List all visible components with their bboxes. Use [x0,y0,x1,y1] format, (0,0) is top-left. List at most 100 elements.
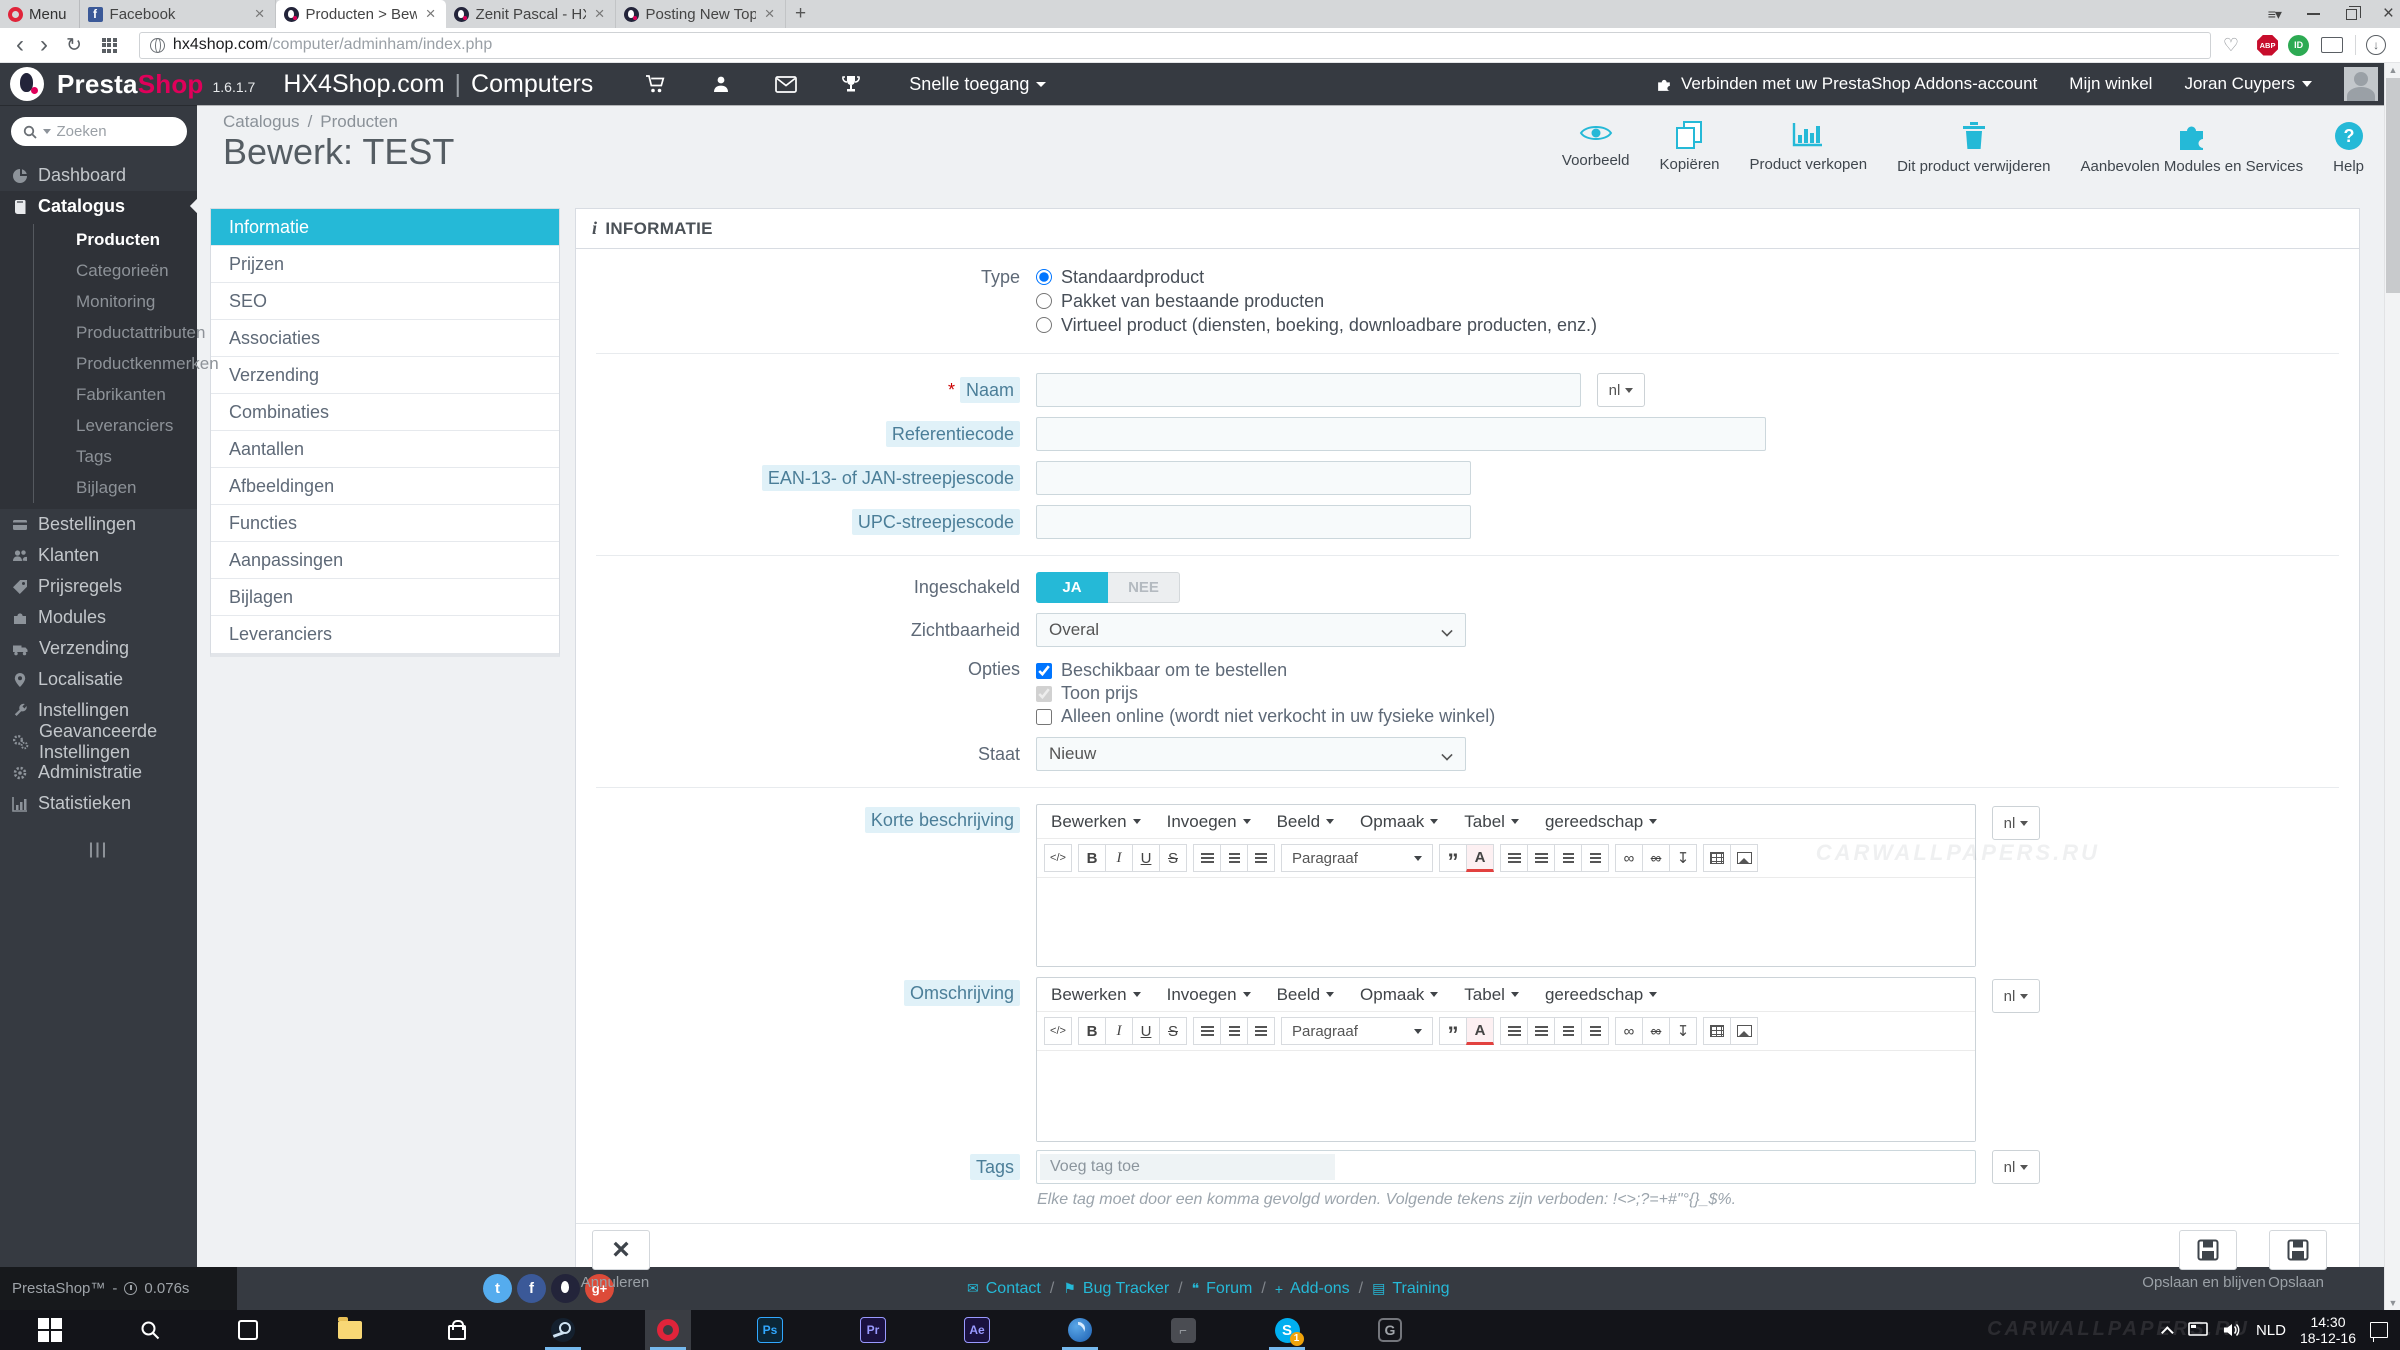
blockquote-button[interactable]: ” [1439,1017,1467,1046]
menu-tabel[interactable]: Tabel [1464,812,1519,832]
scroll-up-arrow[interactable]: ▲ [2385,65,2400,75]
my-shop-link[interactable]: Mijn winkel [2069,74,2152,94]
adblock-extension-icon[interactable]: ABP [2257,34,2279,56]
grey-app-button[interactable]: ⌐ [1160,1310,1206,1350]
tab-aantallen[interactable]: Aantallen [211,431,559,468]
menu-invoegen[interactable]: Invoegen [1167,812,1251,832]
naam-language-dropdown[interactable]: nl [1597,373,1645,407]
tab-close-icon[interactable]: × [593,4,607,24]
media-app-button[interactable] [1057,1310,1103,1350]
speed-dial-icon[interactable] [101,37,117,53]
sidebar-item-verzending[interactable]: Verzending [0,633,197,664]
skype-button[interactable]: S1 [1264,1310,1310,1350]
link-button[interactable]: ∞ [1615,844,1643,872]
cart-icon[interactable] [645,74,667,94]
aftereffects-button[interactable]: Ae [954,1310,1000,1350]
strikethrough-button[interactable]: S [1159,1017,1187,1045]
align-center-button[interactable] [1220,1017,1248,1045]
facebook-icon[interactable]: f [517,1274,546,1303]
zichtbaarheid-select[interactable]: Overal [1036,613,1466,647]
sidebar-item-leveranciers[interactable]: Leveranciers [33,410,197,441]
source-code-button[interactable]: </> [1044,844,1072,872]
opera-menu-button[interactable]: Menu [0,0,80,28]
messages-icon[interactable] [775,75,798,93]
browser-tab-zenit[interactable]: Zenit Pascal - HX4Shop.co × [446,0,616,28]
duplicate-button[interactable]: Kopiëren [1659,121,1720,173]
ean-input[interactable] [1036,461,1471,495]
minimize-button[interactable] [2306,13,2320,15]
menu-bewerken[interactable]: Bewerken [1051,985,1141,1005]
align-right-button[interactable] [1247,844,1275,872]
table-button[interactable] [1703,1017,1731,1045]
menu-bewerken[interactable]: Bewerken [1051,812,1141,832]
unlink-button[interactable]: ∞ [1642,844,1670,872]
unlink-button[interactable]: ∞ [1642,1017,1670,1045]
text-color-button[interactable]: A [1466,1017,1494,1045]
check-toon-prijs[interactable]: Toon prijs [1036,682,1495,705]
close-button[interactable]: × [2383,3,2394,25]
radio-pakket[interactable]: Pakket van bestaande producten [1036,289,1597,313]
menu-opmaak[interactable]: Opmaak [1360,812,1439,832]
menu-opmaak[interactable]: Opmaak [1360,985,1439,1005]
sidebar-search[interactable] [10,117,187,146]
tab-close-icon[interactable]: × [253,4,267,24]
task-view-button[interactable] [225,1310,271,1350]
preview-button[interactable]: Voorbeeld [1562,121,1629,169]
address-bar[interactable]: hx4shop.com/computer/adminham/index.php [138,31,2211,59]
help-button[interactable]: ? Help [2333,121,2364,175]
sidebar-item-producten[interactable]: Producten [33,224,197,255]
sidebar-item-bestellingen[interactable]: Bestellingen [0,509,197,540]
new-tab-button[interactable]: + [786,0,816,28]
premiere-button[interactable]: Pr [850,1310,896,1350]
tab-aanpassingen[interactable]: Aanpassingen [211,542,559,579]
strikethrough-button[interactable]: S [1159,844,1187,872]
underline-button[interactable]: U [1132,844,1160,872]
source-code-button[interactable]: </> [1044,1017,1072,1045]
korte-beschrijving-textarea[interactable] [1037,878,1975,966]
forward-icon[interactable]: › [40,33,48,57]
search-input[interactable] [56,123,157,140]
recommended-modules-button[interactable]: Aanbevolen Modules en Services [2081,121,2303,175]
italic-button[interactable]: I [1105,844,1133,872]
tab-prijzen[interactable]: Prijzen [211,246,559,283]
reload-icon[interactable]: ↻ [66,36,82,55]
referentiecode-input[interactable] [1036,417,1766,451]
anchor-button[interactable]: ↧ [1669,844,1697,872]
addons-account-link[interactable]: Verbinden met uw PrestaShop Addons-accou… [1656,74,2037,94]
back-icon[interactable]: ‹ [16,33,24,57]
image-button[interactable] [1730,844,1758,872]
tab-informatie[interactable]: Informatie [211,209,559,246]
toggle-nee[interactable]: NEE [1108,572,1180,603]
tab-verzending[interactable]: Verzending [211,357,559,394]
collapse-menu-icon[interactable]: ||| [0,841,197,859]
staat-select[interactable]: Nieuw [1036,737,1466,771]
tab-close-icon[interactable]: × [424,4,438,24]
radio-input[interactable] [1036,293,1052,309]
radio-standaardproduct[interactable]: Standaardproduct [1036,265,1597,289]
forum-link[interactable]: Forum [1206,1280,1252,1298]
align-right-button[interactable] [1247,1017,1275,1045]
blockquote-button[interactable]: ” [1439,844,1467,873]
browser-tab-producten-active[interactable]: Producten > Bewerk: TEST × [275,0,446,28]
sidebar-item-productkenmerken[interactable]: Productkenmerken [33,348,219,379]
check-beschikbaar[interactable]: Beschikbaar om te bestellen [1036,659,1495,682]
tab-seo[interactable]: SEO [211,283,559,320]
action-center-icon[interactable] [2370,1322,2388,1342]
align-left-button[interactable] [1193,844,1221,872]
naam-input[interactable] [1036,373,1581,407]
bugtracker-link[interactable]: Bug Tracker [1083,1280,1169,1298]
addons-link[interactable]: Add-ons [1290,1280,1350,1298]
omschrijving-textarea[interactable] [1037,1051,1975,1141]
radio-virtueel-product[interactable]: Virtueel product (diensten, boeking, dow… [1036,313,1597,337]
toggle-ja[interactable]: JA [1036,572,1108,603]
tags-input[interactable]: Voeg tag toe [1036,1150,1976,1184]
sidebar-item-prijsregels[interactable]: Prijsregels [0,571,197,602]
tags-language-dropdown[interactable]: nl [1992,1150,2040,1184]
file-explorer-button[interactable] [327,1310,373,1350]
breadcrumb-catalogus[interactable]: Catalogus [223,112,300,131]
save-and-stay-button[interactable] [2179,1230,2237,1270]
align-left-button[interactable] [1193,1017,1221,1045]
cast-extension-icon[interactable] [2321,37,2344,53]
numbered-list-button[interactable] [1527,1017,1555,1045]
keyboard-language[interactable]: NLD [2256,1322,2286,1339]
